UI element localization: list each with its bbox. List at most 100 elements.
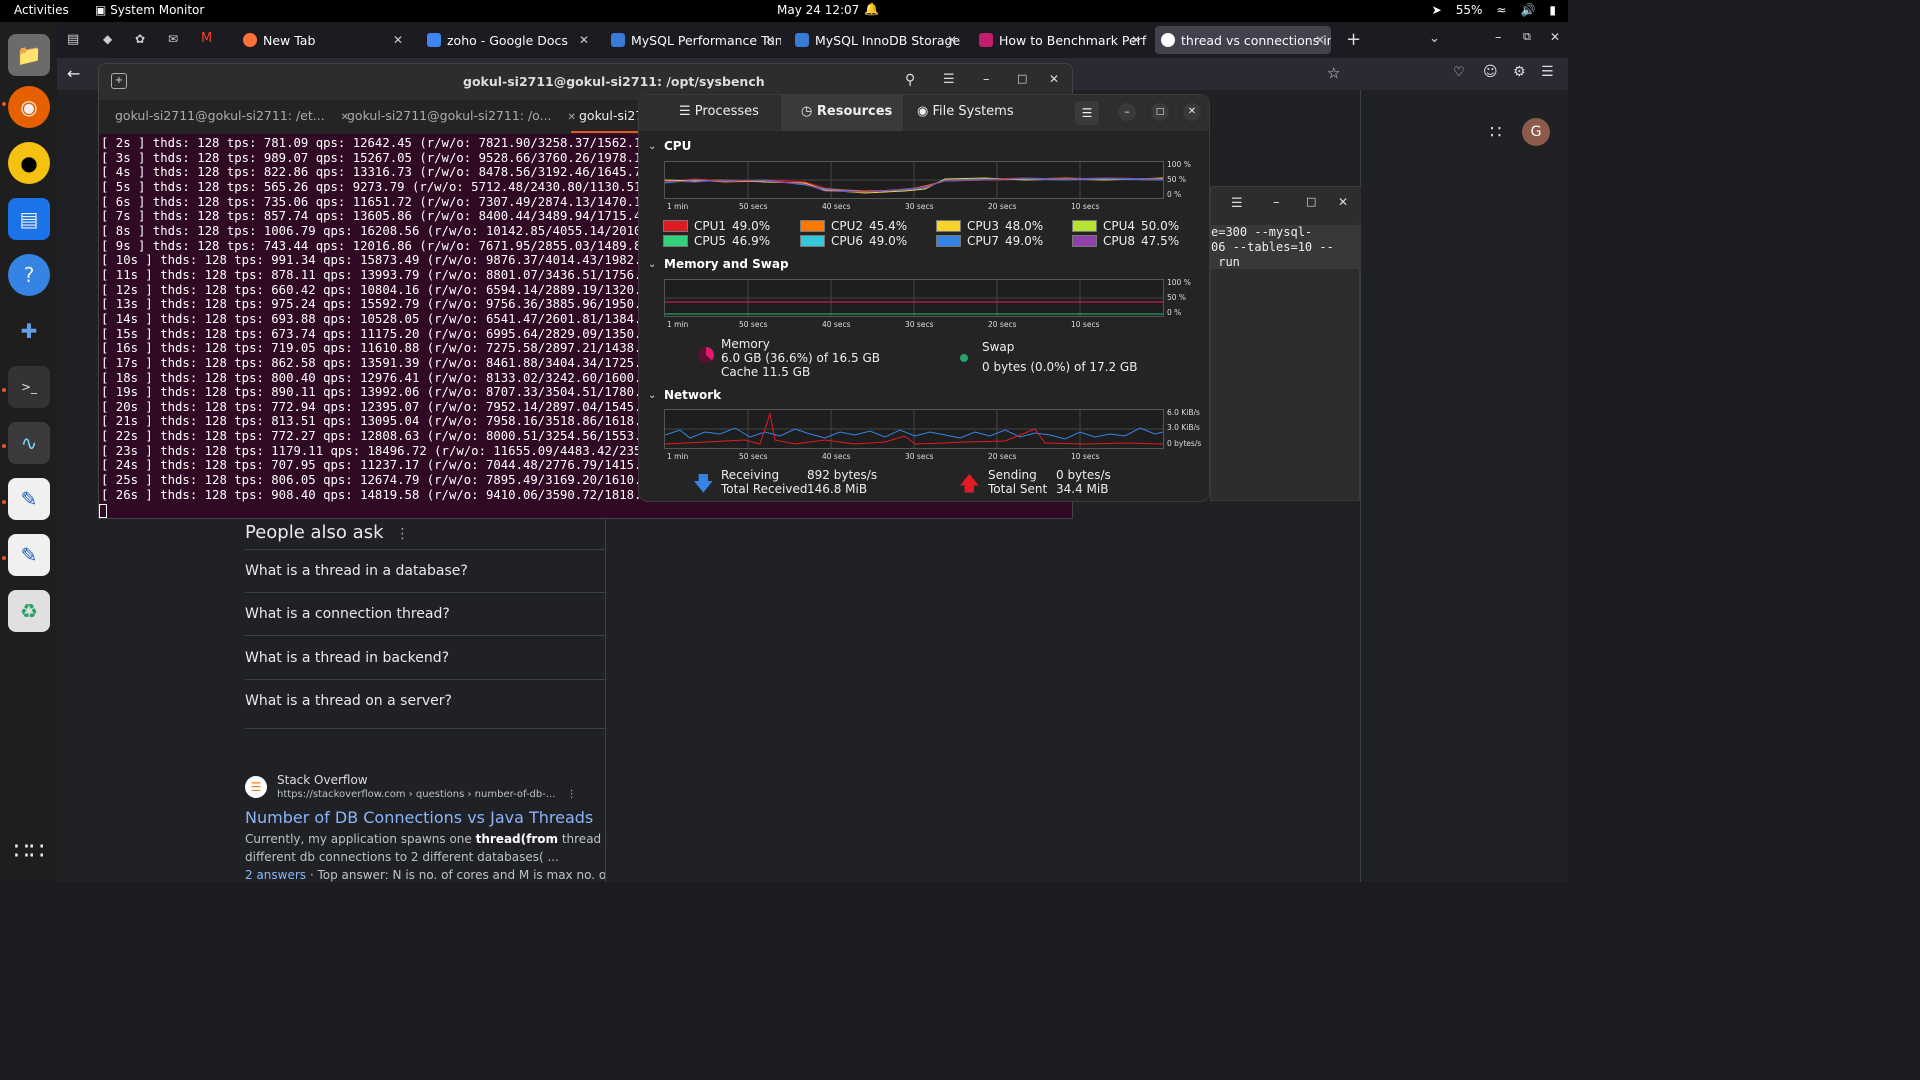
- chevron-down-icon[interactable]: ⌄: [648, 141, 656, 152]
- cpu-legend-item[interactable]: CPU4 50.0%: [1072, 219, 1179, 233]
- system-monitor-window[interactable]: ☰ Processes ◷ Resources ◉ File Systems ☰…: [638, 94, 1210, 502]
- pocket-icon[interactable]: ♡: [1453, 65, 1465, 80]
- close-icon[interactable]: ✕: [1315, 33, 1325, 47]
- chevron-down-icon[interactable]: ⌄: [1429, 31, 1440, 46]
- paa-question[interactable]: What is a thread in a database?: [245, 563, 468, 579]
- close-icon[interactable]: ✕: [765, 33, 775, 47]
- close-icon[interactable]: ✕: [1131, 33, 1141, 47]
- tab-processes[interactable]: ☰ Processes: [679, 104, 759, 119]
- cpu-legend-item[interactable]: CPU3 48.0%: [936, 219, 1043, 233]
- tab-resources[interactable]: ◷ Resources: [801, 104, 892, 119]
- menu-icon[interactable]: ☰: [1541, 64, 1554, 80]
- paa-title: People also ask: [245, 522, 384, 543]
- browser-tab[interactable]: New Tab ✕: [237, 26, 409, 54]
- menu-icon[interactable]: ☰: [943, 72, 955, 87]
- answers-link[interactable]: 2 answers: [245, 868, 306, 882]
- browser-tab[interactable]: MySQL Performance Tun ✕: [605, 26, 781, 54]
- memory-info: Memory 6.0 GB (36.6%) of 16.5 GB Cache 1…: [721, 337, 880, 379]
- more-options-icon[interactable]: ⋮: [396, 526, 410, 542]
- pinned-tab-icon[interactable]: ✉: [168, 32, 178, 46]
- cpu-legend-item[interactable]: CPU8 47.5%: [1072, 234, 1179, 248]
- clock[interactable]: May 24 12:07: [777, 3, 859, 17]
- browser-tab[interactable]: zoho - Google Docs ✕: [421, 26, 595, 54]
- close-icon[interactable]: ✕: [947, 33, 957, 47]
- maximize-button[interactable]: □: [1151, 103, 1169, 121]
- terminal-icon[interactable]: >_: [8, 366, 50, 408]
- trash-icon[interactable]: ♻: [8, 590, 50, 632]
- search-icon[interactable]: ⚲: [905, 72, 915, 88]
- cpu-legend-item[interactable]: CPU5 46.9%: [663, 234, 770, 248]
- browser-tab[interactable]: MySQL InnoDB Storage E ✕: [789, 26, 963, 54]
- sysmon-headerbar: ☰ Processes ◷ Resources ◉ File Systems ☰…: [639, 95, 1209, 131]
- chevron-down-icon[interactable]: ⌄: [648, 390, 656, 401]
- new-tab-button[interactable]: +: [1346, 29, 1361, 50]
- pinned-tab-icon[interactable]: ✿: [135, 32, 145, 46]
- help-icon[interactable]: ?: [8, 254, 50, 296]
- network-activity-icon: ➤: [1431, 3, 1442, 17]
- bookmark-star-icon[interactable]: ☆: [1327, 64, 1340, 82]
- terminal-tab[interactable]: gokul-si2711@gokul-si2711: /et... ✕: [115, 108, 349, 123]
- extensions-icon[interactable]: ✚: [8, 310, 50, 352]
- app-menu[interactable]: ▣ System Monitor: [95, 3, 204, 17]
- close-icon[interactable]: ✕: [1183, 103, 1201, 121]
- minimize-button[interactable]: –: [983, 72, 990, 87]
- menu-icon[interactable]: ☰: [1231, 196, 1243, 211]
- maximize-button[interactable]: □: [1306, 195, 1316, 208]
- color-swatch: [800, 220, 825, 232]
- rhythmbox-icon[interactable]: ●: [8, 142, 50, 184]
- maximize-button[interactable]: □: [1017, 72, 1027, 85]
- activities-button[interactable]: Activities: [14, 3, 69, 17]
- chevron-down-icon[interactable]: ⌄: [648, 259, 656, 270]
- bell-icon[interactable]: 🔔: [864, 2, 879, 16]
- time-tick: 20 secs: [988, 320, 1017, 329]
- files-icon[interactable]: 📁: [8, 34, 50, 76]
- swap-label: Swap: [982, 340, 1015, 354]
- apps-grid-icon[interactable]: ∷: [1490, 122, 1501, 143]
- account-icon[interactable]: ☺: [1483, 64, 1498, 80]
- tab-file-systems[interactable]: ◉ File Systems: [917, 104, 1014, 119]
- minimize-button[interactable]: –: [1273, 195, 1280, 210]
- gmail-icon[interactable]: M: [201, 31, 212, 46]
- browser-tab[interactable]: How to Benchmark Perfo ✕: [973, 26, 1147, 54]
- result-title[interactable]: Number of DB Connections vs Java Threads: [245, 808, 593, 827]
- cpu-legend-item[interactable]: CPU6 49.0%: [800, 234, 907, 248]
- minimize-button[interactable]: –: [1495, 30, 1502, 45]
- text-editor-icon[interactable]: ✎: [8, 534, 50, 576]
- close-icon[interactable]: ✕: [1049, 72, 1059, 86]
- close-icon[interactable]: ✕: [1338, 195, 1348, 209]
- cpu-legend-item[interactable]: CPU7 49.0%: [936, 234, 1043, 248]
- paa-question[interactable]: What is a thread on a server?: [245, 693, 452, 709]
- system-tray[interactable]: ➤ 55% ≈ 🔊 ▮: [1432, 3, 1556, 17]
- browser-tab-active[interactable]: thread vs connections in ✕: [1155, 26, 1331, 54]
- menu-icon[interactable]: ☰: [1075, 101, 1099, 125]
- extensions-icon[interactable]: ⚙: [1513, 64, 1526, 80]
- minimize-button[interactable]: –: [1118, 103, 1136, 121]
- cpu-legend-item[interactable]: CPU1 49.0%: [663, 219, 770, 233]
- result-url[interactable]: https://stackoverflow.com › questions › …: [277, 789, 577, 800]
- terminal-tab[interactable]: gokul-si2711@gokul-si2711: /o... ✕: [347, 108, 576, 123]
- running-indicator: [2, 102, 6, 106]
- system-monitor-icon[interactable]: ∿: [8, 422, 50, 464]
- time-tick: 50 secs: [739, 202, 768, 211]
- paa-question[interactable]: What is a thread in backend?: [245, 650, 449, 666]
- memory-label: Memory: [721, 337, 770, 351]
- app-grid-icon[interactable]: ∷∷: [8, 830, 50, 872]
- new-tab-icon[interactable]: +: [111, 73, 127, 89]
- pinned-tab-icon[interactable]: ◆: [103, 32, 112, 46]
- close-window-button[interactable]: ✕: [1550, 30, 1560, 44]
- tab-overview-icon[interactable]: ▤: [67, 32, 79, 47]
- close-icon[interactable]: ✕: [393, 33, 403, 47]
- writer-icon[interactable]: ▤: [8, 198, 50, 240]
- close-icon[interactable]: ✕: [579, 33, 589, 47]
- cpu-name: CPU5: [694, 234, 727, 248]
- back-button[interactable]: ←: [67, 64, 80, 83]
- restore-button[interactable]: ⧉: [1523, 30, 1531, 44]
- text-editor-icon[interactable]: ✎: [8, 478, 50, 520]
- firefox-icon[interactable]: ◉: [8, 86, 50, 128]
- avatar[interactable]: G: [1522, 118, 1550, 146]
- more-options-icon[interactable]: ⋮: [567, 789, 577, 800]
- color-swatch: [936, 235, 961, 247]
- cpu-legend-item[interactable]: CPU2 45.4%: [800, 219, 907, 233]
- paa-question[interactable]: What is a connection thread?: [245, 606, 450, 622]
- cpu-name: CPU1: [694, 219, 727, 233]
